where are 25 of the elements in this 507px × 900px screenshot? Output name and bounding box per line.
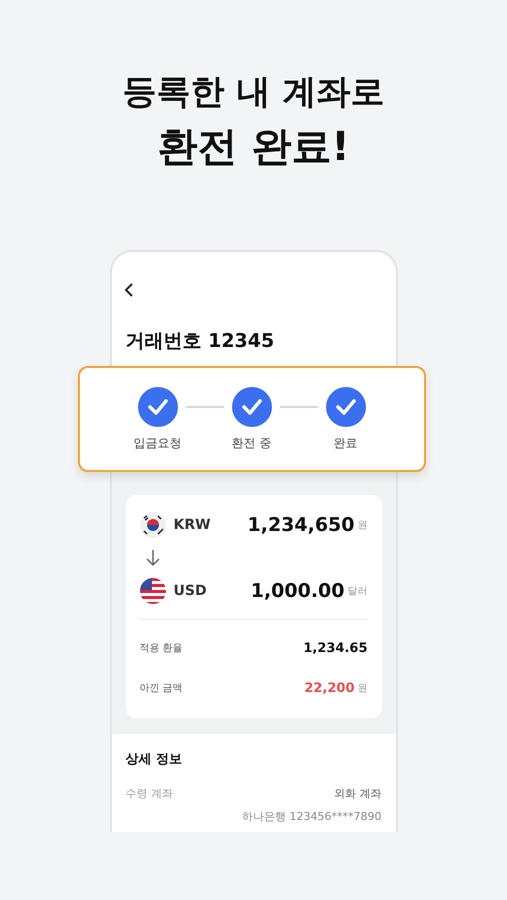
currency-code: KRW: [174, 517, 211, 533]
step-label: 입금요청: [134, 434, 182, 452]
unit: 원: [358, 519, 368, 532]
flag-icon: [140, 578, 166, 604]
rate-value: 1,234.65: [303, 640, 368, 656]
transaction-title: 거래번호 12345: [126, 329, 276, 354]
down-arrow-icon: [146, 549, 160, 567]
saved-amount: 22,200: [304, 680, 354, 696]
amount: 1,234,650: [248, 514, 354, 536]
step-label: 환전 중: [232, 434, 272, 452]
amount: 1,000.00: [250, 580, 344, 602]
step-label: 완료: [334, 434, 358, 452]
back-icon[interactable]: [124, 282, 134, 298]
detail-label: 수령 계좌: [126, 786, 173, 801]
section-title: 상세 정보: [126, 751, 184, 768]
headline: 환전 완료!: [157, 123, 350, 172]
unit: 달러: [348, 585, 368, 598]
headline: 등록한 내 계좌로: [122, 71, 384, 114]
currency-code: USD: [174, 583, 207, 599]
flag-icon: [140, 512, 166, 538]
rate-label: 적용 환율: [140, 642, 183, 655]
unit: 원: [358, 682, 368, 695]
saved-label: 아낀 금액: [140, 682, 183, 695]
detail-value: 외화 계좌: [334, 786, 382, 801]
detail-value: 하나은행 123456****7890: [242, 809, 382, 824]
